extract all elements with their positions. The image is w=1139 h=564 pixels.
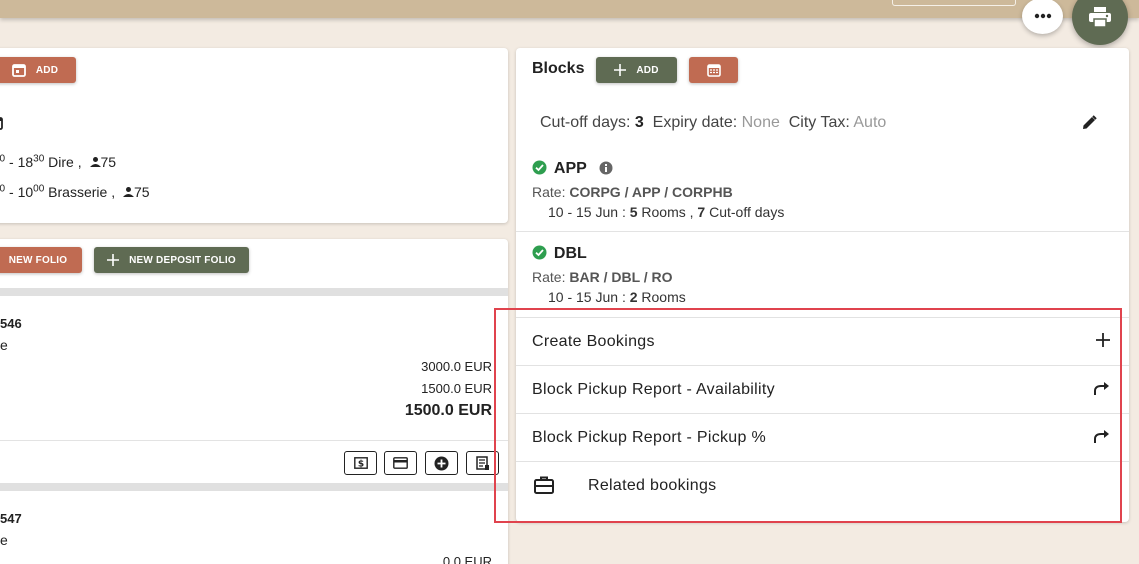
print-button[interactable] bbox=[1072, 0, 1128, 45]
add-block-button[interactable]: ADD bbox=[596, 57, 677, 83]
more-horizontal-icon bbox=[1034, 13, 1051, 19]
plus-icon bbox=[107, 254, 120, 266]
print-icon bbox=[1089, 7, 1111, 27]
check-circle-icon bbox=[532, 160, 547, 178]
info-icon[interactable] bbox=[599, 161, 613, 178]
add-event-label: ADD bbox=[35, 64, 59, 76]
folio-number: 547 bbox=[0, 511, 22, 526]
add-event-button[interactable]: ADD bbox=[0, 57, 76, 83]
pickup-availability-item[interactable]: Block Pickup Report - Availability bbox=[516, 365, 1129, 413]
block-divider bbox=[516, 231, 1129, 232]
calendar-icon-partial bbox=[0, 116, 4, 133]
folio-divider bbox=[0, 440, 508, 441]
new-deposit-folio-button[interactable]: NEW DEPOSIT FOLIO bbox=[94, 247, 249, 273]
person-icon bbox=[89, 154, 101, 170]
add-circle-icon bbox=[434, 456, 449, 470]
top-bar bbox=[0, 0, 1139, 18]
redo-arrow-icon bbox=[1093, 428, 1111, 449]
block-rate: Rate: BAR / DBL / RO bbox=[532, 269, 673, 285]
block-dates: 10 - 15 Jun : 5 Rooms , 7 Cut-off days bbox=[548, 204, 785, 220]
folio-name: e bbox=[0, 337, 8, 353]
plus-icon bbox=[1095, 332, 1111, 353]
new-folio-button[interactable]: NEW FOLIO bbox=[0, 247, 82, 273]
calendar-icon bbox=[11, 63, 26, 77]
credit-card-icon bbox=[393, 457, 408, 469]
folio-card-button[interactable] bbox=[384, 451, 417, 475]
create-bookings-item[interactable]: Create Bookings bbox=[516, 317, 1129, 365]
calendar-icon bbox=[706, 64, 721, 77]
blocks-title: Blocks bbox=[532, 60, 585, 77]
dollar-icon: $ bbox=[353, 457, 368, 470]
folio-amount: 3000.0 EUR bbox=[421, 359, 492, 374]
receipt-icon bbox=[475, 455, 489, 470]
more-button[interactable] bbox=[1022, 0, 1063, 34]
block-code: APP bbox=[553, 160, 587, 177]
redo-arrow-icon bbox=[1093, 380, 1111, 401]
event-row: 00 - 1830 Dire , 75 bbox=[0, 153, 117, 170]
block-item-dbl[interactable]: DBL bbox=[532, 245, 587, 263]
block-item-app[interactable]: APP bbox=[532, 160, 613, 178]
edit-settings-button[interactable] bbox=[1082, 115, 1097, 133]
briefcase-icon bbox=[534, 476, 554, 499]
svg-text:$: $ bbox=[357, 460, 363, 470]
check-circle-icon bbox=[532, 245, 547, 263]
folio-separator bbox=[0, 288, 508, 296]
folio-separator bbox=[0, 483, 508, 491]
folio-balance: 1500.0 EUR bbox=[404, 402, 492, 419]
folio-card: NEW FOLIO NEW DEPOSIT FOLIO 546 e 3000.0… bbox=[0, 239, 508, 564]
person-icon bbox=[122, 184, 134, 200]
plus-icon bbox=[614, 64, 627, 76]
events-card: ADD 00 - 1830 Dire , 75 00 - 1000 Brasse… bbox=[0, 48, 508, 223]
folio-name: e bbox=[0, 532, 8, 548]
block-calendar-button[interactable] bbox=[689, 57, 738, 83]
pickup-percent-item[interactable]: Block Pickup Report - Pickup % bbox=[516, 413, 1129, 461]
block-code: DBL bbox=[553, 245, 587, 262]
folio-number: 546 bbox=[0, 316, 22, 331]
top-bar-field[interactable] bbox=[892, 0, 1016, 6]
block-dates: 10 - 15 Jun : 2 Rooms bbox=[548, 289, 686, 305]
event-row: 00 - 1000 Brasserie , 75 bbox=[0, 183, 150, 200]
block-rate: Rate: CORPG / APP / CORPHB bbox=[532, 184, 733, 200]
block-settings-line: Cut-off days: 3 Expiry date: None City T… bbox=[540, 114, 887, 131]
folio-payment-button[interactable]: $ bbox=[344, 451, 377, 475]
folio-amount: 0.0 EUR bbox=[442, 554, 492, 564]
related-bookings-item[interactable]: Related bookings bbox=[516, 461, 1129, 509]
pencil-icon bbox=[1083, 115, 1097, 129]
folio-invoice-button[interactable] bbox=[466, 451, 499, 475]
folio-add-button[interactable] bbox=[425, 451, 458, 475]
folio-amount: 1500.0 EUR bbox=[421, 381, 492, 396]
